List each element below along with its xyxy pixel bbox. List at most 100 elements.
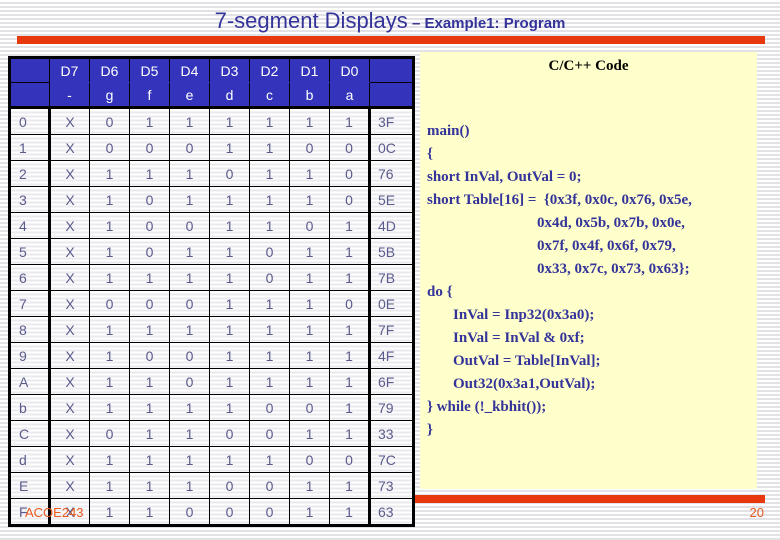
bit-cell: 1 (249, 160, 290, 187)
bit-cell: 0 (89, 134, 130, 161)
page-title: 7-segment Displays – Example1: Program (0, 8, 780, 34)
header-corner-left (9, 57, 50, 83)
bit-cell: X (48, 290, 90, 317)
bit-cell: 1 (89, 472, 130, 499)
bit-cell: X (48, 134, 90, 161)
header-d1: D1 (289, 57, 330, 83)
row-index-cell: 4 (9, 212, 50, 239)
bit-cell: 1 (329, 238, 371, 265)
truth-table-container: D7 D6 D5 D4 D3 D2 D1 D0 - g f e d c b a (8, 56, 415, 527)
table-header-row-bottom: - g f e d c b a (9, 82, 414, 109)
bit-cell: 1 (209, 290, 250, 317)
row-index-cell: 6 (9, 264, 50, 291)
bit-cell: X (48, 264, 90, 291)
bit-cell: 1 (209, 264, 250, 291)
row-index-cell: E (9, 472, 50, 499)
bit-cell: 1 (329, 316, 371, 343)
header-seg-a: a (329, 82, 370, 109)
bit-cell: 1 (209, 134, 250, 161)
bit-cell: 1 (89, 498, 130, 526)
bit-cell: 1 (289, 498, 330, 526)
bit-cell: 1 (129, 394, 170, 421)
bit-cell: 1 (169, 316, 210, 343)
bit-cell: 0 (169, 290, 210, 317)
bit-cell: 1 (89, 342, 130, 369)
table-row: b X 1 1 1 1 0 0 1 79 (9, 394, 414, 421)
bit-cell: X (48, 446, 90, 473)
bit-cell: 1 (249, 107, 290, 135)
bit-cell: 1 (249, 368, 290, 395)
table-row: 6 X 1 1 1 1 0 1 1 7B (9, 264, 414, 291)
bit-cell: 1 (169, 264, 210, 291)
code-line: InVal = InVal & 0xf; (453, 330, 585, 346)
code-line: short InVal, OutVal = 0; (427, 169, 582, 185)
hex-value-cell: 5E (369, 186, 414, 213)
bit-cell: 0 (289, 394, 330, 421)
bit-cell: 1 (289, 160, 330, 187)
code-line: OutVal = Table[InVal]; (453, 353, 601, 369)
table-row: C X 0 1 1 0 0 1 1 33 (9, 420, 414, 447)
header-d7: D7 (49, 57, 90, 83)
table-row: d X 1 1 1 1 1 0 0 7C (9, 446, 414, 473)
bit-cell: 1 (209, 446, 250, 473)
bit-cell: 1 (249, 290, 290, 317)
bit-cell: X (48, 472, 90, 499)
bit-cell: 0 (329, 290, 371, 317)
bit-cell: 1 (209, 394, 250, 421)
bit-cell: 1 (329, 472, 371, 499)
bit-cell: 1 (249, 212, 290, 239)
bit-cell: 0 (209, 160, 250, 187)
bit-cell: 1 (249, 342, 290, 369)
bit-cell: 1 (289, 342, 330, 369)
row-index-cell: 1 (9, 134, 50, 161)
bit-cell: 1 (89, 160, 130, 187)
bit-cell: 1 (169, 420, 210, 447)
header-corner-right-2 (369, 82, 414, 109)
bit-cell: 1 (209, 368, 250, 395)
bit-cell: 1 (169, 446, 210, 473)
bit-cell: 0 (129, 212, 170, 239)
bit-cell: 1 (129, 107, 170, 135)
hex-value-cell: 79 (369, 394, 414, 421)
bit-cell: X (48, 238, 90, 265)
row-index-cell: C (9, 420, 50, 447)
bit-cell: 1 (129, 160, 170, 187)
code-line: 0x7f, 0x4f, 0x6f, 0x79, (537, 238, 676, 254)
bit-cell: 1 (329, 264, 371, 291)
bit-cell: 1 (329, 420, 371, 447)
hex-value-cell: 0E (369, 290, 414, 317)
bit-cell: 1 (329, 368, 371, 395)
header-seg-b: b (289, 82, 330, 109)
code-line: 0x33, 0x7c, 0x73, 0x63}; (537, 261, 690, 277)
row-index-cell: 5 (9, 238, 50, 265)
bit-cell: 1 (89, 446, 130, 473)
bit-cell: 1 (249, 134, 290, 161)
bit-cell: 1 (129, 446, 170, 473)
hex-value-cell: 7C (369, 446, 414, 473)
bit-cell: 0 (89, 107, 130, 135)
table-row: 5 X 1 0 1 1 0 1 1 5B (9, 238, 414, 265)
code-line: } (427, 422, 433, 438)
code-line: } while (!_kbhit()); (427, 399, 547, 415)
table-header-row-top: D7 D6 D5 D4 D3 D2 D1 D0 (9, 57, 414, 83)
hex-value-cell: 7B (369, 264, 414, 291)
table-row: 3 X 1 0 1 1 1 1 0 5E (9, 186, 414, 213)
bit-cell: 0 (329, 134, 371, 161)
bit-cell: X (48, 342, 90, 369)
header-seg-d: d (209, 82, 250, 109)
hex-value-cell: 0C (369, 134, 414, 161)
row-index-cell: 8 (9, 316, 50, 343)
code-line: { (427, 146, 433, 162)
bit-cell: 0 (329, 186, 371, 213)
header-d4: D4 (169, 57, 210, 83)
hex-value-cell: 7F (369, 316, 414, 343)
footer-page-number: 20 (749, 505, 764, 520)
row-index-cell: 0 (9, 107, 50, 135)
hex-value-cell: 73 (369, 472, 414, 499)
table-row: 9 X 1 0 0 1 1 1 1 4F (9, 342, 414, 369)
bit-cell: 1 (329, 394, 371, 421)
hex-value-cell: 3F (369, 107, 414, 135)
bit-cell: 0 (169, 212, 210, 239)
code-line: InVal = Inp32(0x3a0); (453, 307, 595, 323)
bit-cell: 1 (209, 107, 250, 135)
